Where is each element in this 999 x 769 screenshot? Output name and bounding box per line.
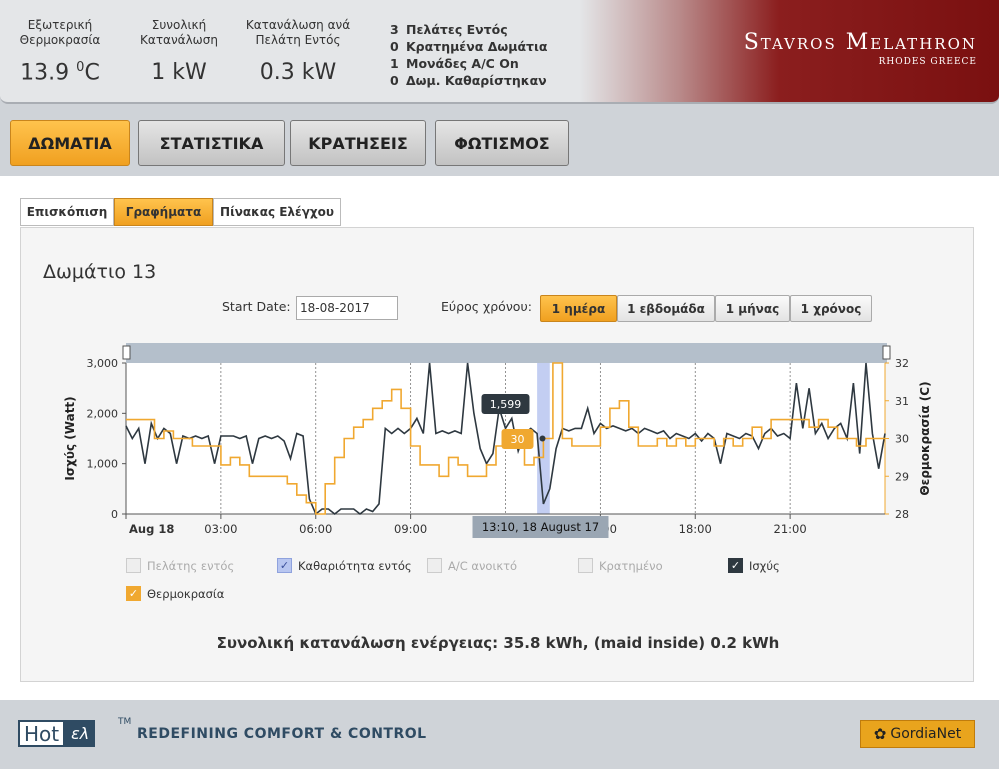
- legend-ac-on[interactable]: A/C ανοικτό: [427, 558, 517, 573]
- y2-tick-label: 31: [895, 395, 909, 408]
- stat-value: 0.3 kW: [259, 60, 337, 85]
- legend-power[interactable]: ✓ Ισχύς: [728, 558, 780, 573]
- stat-label: Συνολική: [151, 18, 207, 32]
- occupancy-summary: 3 Πελάτες Εντός 0 Κρατημένα Δωμάτια 1 Μονάδ…: [390, 21, 547, 89]
- checkbox-unchecked-icon: [578, 558, 593, 573]
- gordian-knot-icon: ✿: [873, 725, 887, 743]
- y-axis-label: Ισχύς (Watt): [63, 396, 77, 480]
- legend-maid-inside[interactable]: ✓ Καθαριότητα εντός: [277, 558, 412, 573]
- stat-label: Κατανάλωση ανά: [245, 18, 351, 32]
- tab-rooms[interactable]: ΔΩΜΑΤΙΑ: [10, 120, 130, 166]
- energy-summary: Συνολική κατανάλωση ενέργειας: 35.8 kWh,…: [216, 634, 780, 652]
- temperature-tooltip-value: 30: [511, 433, 525, 446]
- x-tick-label: Aug 18: [129, 522, 174, 536]
- legend-booked[interactable]: Κρατημένο: [578, 558, 663, 573]
- outdoor-temperature-stat: Εξωτερική Θερμοκρασία 13.9 0C: [10, 18, 110, 85]
- stat-value: 1 kW: [151, 60, 207, 85]
- checkbox-checked-icon: ✓: [728, 558, 743, 573]
- subtab-charts[interactable]: Γραφήματα: [114, 198, 213, 226]
- subtab-control-panel[interactable]: Πίνακας Ελέγχου: [213, 198, 341, 226]
- stat-label: Κατανάλωση: [140, 33, 218, 47]
- hotel-brand-logo: Stavros Melathron RHODES GREECE: [744, 30, 977, 67]
- y2-tick-label: 28: [895, 508, 909, 521]
- time-tooltip-label: 13:10, 18 August 17: [482, 520, 599, 534]
- legend-temperature[interactable]: ✓ Θερμοκρασία: [126, 586, 224, 601]
- power-tooltip-value: 1,599: [490, 398, 522, 411]
- y2-tick-label: 29: [895, 470, 909, 483]
- tab-lighting[interactable]: ΦΩΤΙΣΜΟΣ: [435, 120, 569, 166]
- chart-panel: Δωμάτιο 13 Start Date: Εύρος χρόνου: 1 η…: [20, 227, 974, 682]
- occupancy-row: 1 Μονάδες A/C On: [390, 56, 519, 71]
- per-guest-consumption-stat: Κατανάλωση ανά Πελάτη Εντός 0.3 kW: [238, 18, 358, 85]
- brand-name: Stavros Melathron: [743, 30, 977, 55]
- hotel-logo: Hot ελ: [18, 720, 96, 747]
- footer: Hot ελ TM REDEFINING COMFORT & CONTROL ✿ G…: [0, 700, 999, 769]
- stat-label: Θερμοκρασία: [19, 33, 101, 47]
- y2-tick-label: 30: [895, 433, 909, 446]
- checkbox-unchecked-icon: [427, 558, 442, 573]
- x-tick-label: 18:00: [679, 522, 712, 536]
- y-tick-label: 2,000: [87, 407, 119, 420]
- checkbox-unchecked-icon: [126, 558, 141, 573]
- y2-axis-label: Θερμοκρασία (C): [918, 381, 932, 495]
- occupancy-row: 0 Δωμ. Καθαρίστηκαν: [390, 73, 547, 88]
- y-tick-label: 0: [111, 508, 118, 521]
- navigator-left-handle: [122, 345, 131, 360]
- power-temperature-chart: 0 1,000 2,000 3,000 28 29 30 31 32 Aug 18 03:00 06:…: [63, 343, 932, 538]
- x-tick-label: 09:00: [394, 522, 427, 536]
- checkbox-checked-icon: ✓: [277, 558, 292, 573]
- occupancy-row: 0 Κρατημένα Δωμάτια: [390, 39, 548, 54]
- x-tick-label: 06:00: [299, 522, 332, 536]
- stat-label: Εξωτερική: [27, 18, 93, 32]
- x-tick-label: 03:00: [204, 522, 237, 536]
- tab-bookings[interactable]: ΚΡΑΤΗΣΕΙΣ: [290, 120, 426, 166]
- checkbox-checked-icon: ✓: [126, 586, 141, 601]
- header-bar: Εξωτερική Θερμοκρασία 13.9 0C Συνολική Κ…: [0, 0, 999, 104]
- y2-tick-label: 32: [895, 357, 909, 370]
- occupancy-row: 3 Πελάτες Εντός: [390, 22, 508, 37]
- total-consumption-stat: Συνολική Κατανάλωση 1 kW: [131, 18, 227, 85]
- stat-value: 13.9 0C: [20, 60, 100, 86]
- y-tick-label: 3,000: [87, 357, 119, 370]
- brand-location: RHODES GREECE: [878, 57, 977, 67]
- stat-label: Πελάτη Εντός: [255, 33, 341, 47]
- x-tick-label: 21:00: [774, 522, 807, 536]
- trademark-icon: TM: [118, 717, 132, 727]
- navigator-right-handle: [882, 345, 891, 360]
- footer-tagline: REDEFINING COMFORT & CONTROL: [137, 726, 427, 742]
- tab-statistics[interactable]: ΣΤΑΤΙΣΤΙΚΑ: [138, 120, 285, 166]
- subtab-overview[interactable]: Επισκόπιση: [20, 198, 114, 226]
- content-area: Επισκόπιση Γραφήματα Πίνακας Ελέγχου Δωμ…: [0, 176, 999, 700]
- y-tick-label: 1,000: [87, 458, 119, 471]
- legend-guest-inside[interactable]: Πελάτης εντός: [126, 558, 234, 573]
- gordianet-logo: ✿ GordiaNet: [860, 720, 975, 748]
- hover-point-marker: [539, 435, 546, 442]
- navigator-bar: [126, 343, 887, 363]
